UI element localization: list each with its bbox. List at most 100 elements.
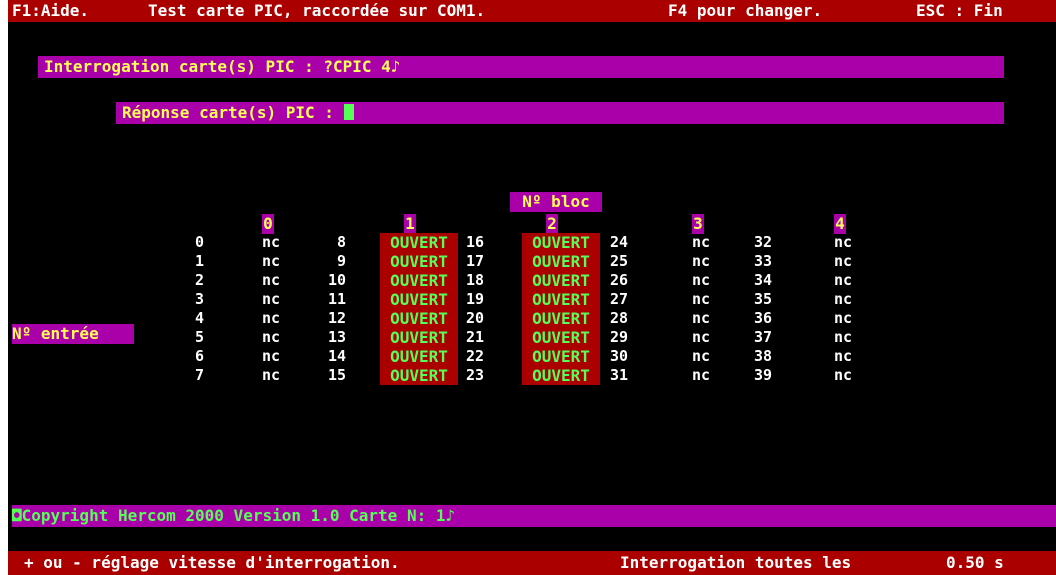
- state-open-cell: OUVERT: [380, 309, 458, 328]
- state-open-cell: OUVERT: [380, 271, 458, 290]
- entry-number: 11: [327, 290, 346, 308]
- state-open-cell: OUVERT: [522, 271, 600, 290]
- entry-number: 24: [609, 233, 628, 251]
- state-nc-cell: nc: [692, 347, 711, 365]
- state-open-cell: OUVERT: [380, 366, 458, 385]
- entry-number: 26: [609, 271, 628, 289]
- app-title: Test carte PIC, raccordée sur COM1.: [148, 1, 486, 20]
- entry-number: 30: [609, 347, 628, 365]
- state-nc-cell: nc: [834, 233, 853, 251]
- state-nc-cell: nc: [262, 347, 281, 365]
- entry-number: 28: [609, 309, 628, 327]
- block-header-0: 0: [262, 214, 274, 234]
- entry-number: 25: [609, 252, 628, 270]
- state-open-cell: OUVERT: [522, 290, 600, 309]
- entry-number: 4: [194, 309, 204, 327]
- entry-number: 14: [327, 347, 346, 365]
- entry-number: 10: [327, 271, 346, 289]
- state-nc-cell: nc: [834, 347, 853, 365]
- state-open-cell: OUVERT: [522, 309, 600, 328]
- entry-number: 15: [327, 366, 346, 384]
- entry-number: 33: [753, 252, 772, 270]
- speed-hint[interactable]: + ou - réglage vitesse d'interrogation.: [24, 553, 400, 573]
- entry-number: 36: [753, 309, 772, 327]
- state-open-cell: OUVERT: [380, 233, 458, 252]
- state-open-cell: OUVERT: [522, 328, 600, 347]
- block-header-3: 3: [692, 214, 704, 234]
- entry-number: 9: [336, 252, 346, 270]
- state-nc-cell: nc: [262, 290, 281, 308]
- state-nc-cell: nc: [262, 252, 281, 270]
- dos-screen: F1:Aide. Test carte PIC, raccordée sur C…: [0, 0, 1056, 575]
- state-open-cell: OUVERT: [380, 290, 458, 309]
- state-nc-cell: nc: [692, 328, 711, 346]
- change-port-hint[interactable]: F4 pour changer.: [668, 1, 822, 21]
- block-header-1: 1: [404, 214, 416, 234]
- response-label-text: Réponse carte(s) PIC :: [122, 103, 344, 122]
- interval-label: Interrogation toutes les: [620, 553, 852, 572]
- entry-number: 1: [194, 252, 204, 270]
- entry-label: Nº entrée: [12, 324, 134, 344]
- state-nc-cell: nc: [834, 309, 853, 327]
- state-nc-cell: nc: [834, 252, 853, 270]
- entry-number: 37: [753, 328, 772, 346]
- state-nc-cell: nc: [834, 366, 853, 384]
- state-nc-cell: nc: [692, 252, 711, 270]
- entry-number: 5: [194, 328, 204, 346]
- console-window: F1:Aide. Test carte PIC, raccordée sur C…: [8, 0, 1056, 575]
- entry-number: 0: [194, 233, 204, 251]
- state-nc-cell: nc: [834, 290, 853, 308]
- entry-number: 8: [336, 233, 346, 251]
- block-header: Nº bloc: [510, 192, 602, 212]
- cursor-icon: [343, 104, 354, 120]
- state-open-cell: OUVERT: [522, 366, 600, 385]
- state-open-cell: OUVERT: [380, 347, 458, 366]
- interval-value: 0.50 s: [946, 553, 1004, 572]
- entry-number: 29: [609, 328, 628, 346]
- entry-number: 3: [194, 290, 204, 308]
- entry-number: 21: [465, 328, 484, 346]
- state-open-cell: OUVERT: [380, 252, 458, 271]
- state-nc-cell: nc: [262, 366, 281, 384]
- entry-number: 17: [465, 252, 484, 270]
- state-nc-cell: nc: [834, 271, 853, 289]
- entry-number: 20: [465, 309, 484, 327]
- state-nc-cell: nc: [262, 309, 281, 327]
- entry-number: 22: [465, 347, 484, 365]
- entry-number: 38: [753, 347, 772, 365]
- block-header-4: 4: [834, 214, 846, 234]
- state-nc-cell: nc: [692, 290, 711, 308]
- entry-number: 16: [465, 233, 484, 251]
- state-nc-cell: nc: [692, 309, 711, 327]
- entry-number: 31: [609, 366, 628, 384]
- entry-number: 13: [327, 328, 346, 346]
- state-open-cell: OUVERT: [522, 233, 600, 252]
- state-nc-cell: nc: [262, 271, 281, 289]
- state-nc-cell: nc: [692, 271, 711, 289]
- query-label: Interrogation carte(s) PIC : ?CPIC 4♪: [44, 57, 401, 76]
- entry-number: 6: [194, 347, 204, 365]
- entry-number: 32: [753, 233, 772, 251]
- entry-number: 7: [194, 366, 204, 384]
- state-nc-cell: nc: [692, 366, 711, 384]
- entry-number: 12: [327, 309, 346, 327]
- entry-number: 39: [753, 366, 772, 384]
- help-hint[interactable]: F1:Aide.: [12, 1, 89, 21]
- entry-number: 34: [753, 271, 772, 289]
- entry-number: 2: [194, 271, 204, 289]
- entry-number: 18: [465, 271, 484, 289]
- state-nc-cell: nc: [692, 233, 711, 251]
- state-open-cell: OUVERT: [522, 347, 600, 366]
- entry-number: 19: [465, 290, 484, 308]
- entry-number: 35: [753, 290, 772, 308]
- exit-hint[interactable]: ESC : Fin: [916, 1, 1003, 21]
- copyright-bar: ◘Copyright Hercom 2000 Version 1.0 Carte…: [12, 505, 1056, 527]
- entry-number: 27: [609, 290, 628, 308]
- state-nc-cell: nc: [834, 328, 853, 346]
- state-nc-cell: nc: [262, 233, 281, 251]
- state-open-cell: OUVERT: [380, 328, 458, 347]
- block-header-2: 2: [546, 214, 558, 234]
- entry-number: 23: [465, 366, 484, 384]
- state-nc-cell: nc: [262, 328, 281, 346]
- state-open-cell: OUVERT: [522, 252, 600, 271]
